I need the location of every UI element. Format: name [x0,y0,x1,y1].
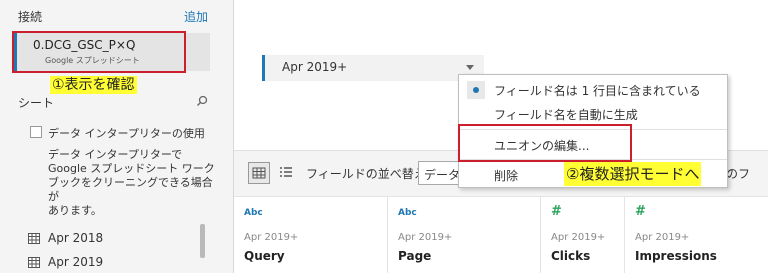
number-type-icon[interactable]: # [635,204,646,219]
search-icon[interactable] [196,95,208,107]
column-name: Clicks [551,249,591,263]
menu-item-generate-field-names[interactable]: フィールド名を自動に生成 [494,106,638,123]
data-interpreter-description: データ インタープリターで Google スプレッドシート ワーク ブックをクリ… [48,148,215,217]
string-type-icon[interactable]: Abc [398,208,417,218]
connections-header: 接続 [18,10,43,24]
add-connection-link[interactable]: 追加 [184,8,208,25]
sort-fields-value: データ [424,168,460,182]
column-name: Impressions [635,249,717,263]
number-type-icon[interactable]: # [551,204,562,219]
list-view-icon[interactable] [280,166,292,178]
sheet-label: Apr 2018 [48,231,104,245]
column-clicks[interactable]: # Apr 2019+ Clicks [541,196,625,273]
annotation-box-edit-union [458,124,632,162]
menu-item-remove[interactable]: 削除 [494,167,518,184]
column-name: Page [398,249,432,263]
string-type-icon[interactable]: Abc [244,208,263,218]
column-source: Apr 2019+ [244,232,299,243]
menu-item-field-names-first-row[interactable]: フィールド名は 1 行目に含まれている [494,82,701,99]
table-icon [28,233,40,244]
annotation-box-connection [12,31,186,73]
grid-view-button[interactable] [248,162,270,184]
column-page[interactable]: Abc Apr 2019+ Page [388,196,541,273]
grid-view-icon [252,167,266,179]
sheets-scrollbar[interactable] [200,224,205,258]
annotation-check-display: ①表示を確認 [50,76,137,94]
sheet-label: Apr 2019 [48,255,104,269]
sheets-header: シート [18,96,55,110]
union-table-pill[interactable]: Apr 2019+ [262,55,484,81]
column-source: Apr 2019+ [398,232,453,243]
column-source: Apr 2019+ [551,232,606,243]
column-query[interactable]: Abc Apr 2019+ Query [234,196,388,273]
sort-fields-label: フィールドの並べ替え [306,167,426,181]
annotation-multi-select-mode: ②複数選択モードへ [564,162,702,186]
table-icon [28,257,40,268]
data-source-panel: 接続 追加 0.DCG_GSC_P×Q Google スプレッドシート ①表示を… [0,0,234,273]
toolbar-truncated-text: のフ [726,167,751,181]
radio-dot-icon [473,87,479,93]
data-interpreter-checkbox[interactable] [30,126,42,138]
column-impressions[interactable]: # Apr 2019+ Impressions [625,196,768,273]
data-grid: Abc Apr 2019+ Query Abc Apr 2019+ Page #… [234,196,768,273]
union-table-label: Apr 2019+ [282,60,348,74]
column-name: Query [244,249,285,263]
chevron-down-icon[interactable] [466,65,474,70]
sort-fields-select[interactable]: データ [418,161,460,185]
column-source: Apr 2019+ [635,232,690,243]
data-interpreter-label: データ インタープリターの使用 [48,127,205,140]
